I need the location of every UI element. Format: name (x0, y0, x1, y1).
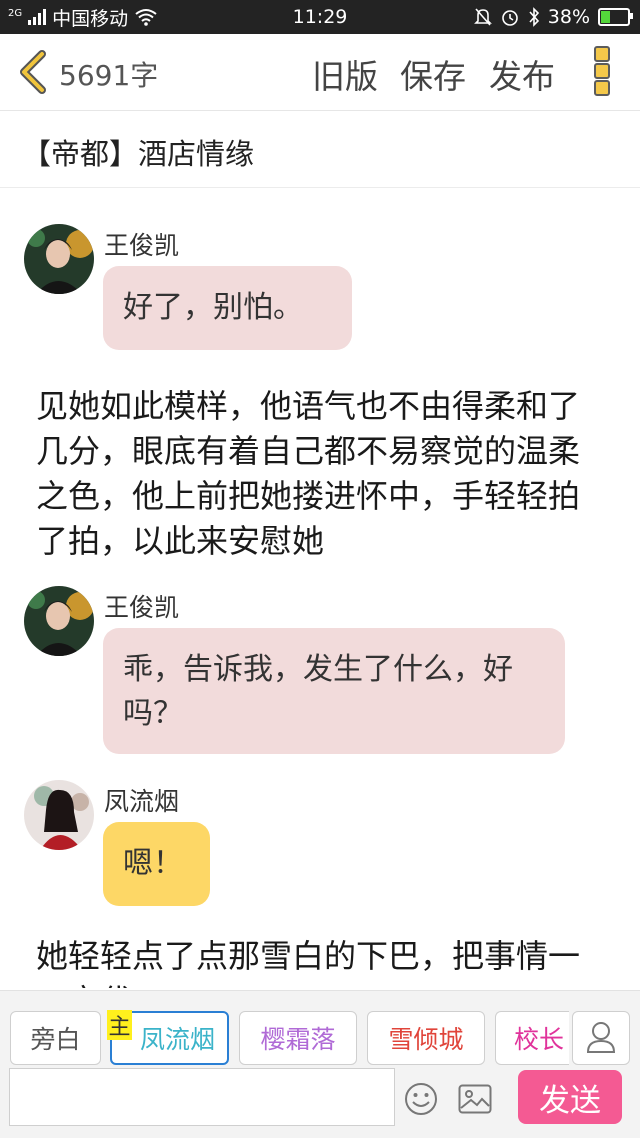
emoji-icon[interactable] (404, 1082, 438, 1116)
back-arrow-icon[interactable] (16, 50, 50, 94)
add-role-button[interactable] (572, 1011, 630, 1065)
narration-text[interactable]: 她轻轻点了点那雪白的下巴，把事情一一交代… (36, 934, 611, 988)
image-icon[interactable] (458, 1084, 492, 1114)
main-role-badge: 主 (107, 1010, 132, 1040)
role-label: 雪倾城 (388, 1025, 464, 1054)
status-bar: 2G 中国移动 11:29 38% (0, 0, 640, 34)
story-title[interactable]: 【帝都】酒店情缘 (22, 131, 254, 173)
role-label: 旁白 (30, 1025, 81, 1054)
role-narrator[interactable]: 旁白 (10, 1011, 101, 1065)
role-label: 樱霜落 (260, 1025, 336, 1054)
role-selector: 旁白 凤流烟 主 樱霜落 雪倾城 校长 (0, 990, 640, 1069)
save-button[interactable]: 保存 (400, 50, 466, 98)
status-right: 38% (473, 0, 633, 34)
avatar[interactable] (24, 224, 94, 294)
word-count: 5691字 (59, 59, 159, 92)
publish-button[interactable]: 发布 (489, 50, 555, 98)
chat-content: 王俊凯 好了，别怕。 见她如此模样，他语气也不由得柔和了几分，眼底有着自己都不易… (0, 188, 640, 988)
story-title-bar: 【帝都】酒店情缘 (0, 111, 640, 188)
avatar[interactable] (24, 780, 94, 850)
input-bar: 发送 (0, 1068, 640, 1138)
speaker-name: 凤流烟 (104, 787, 180, 816)
dialog-bubble[interactable]: 好了，别怕。 (103, 266, 352, 350)
role-yingshuangluo[interactable]: 樱霜落 (239, 1011, 357, 1065)
bluetooth-icon (529, 7, 539, 27)
role-label: 凤流烟 (139, 1025, 215, 1054)
speaker-name: 王俊凯 (104, 231, 180, 260)
dialog-bubble[interactable]: 嗯！ (103, 822, 210, 906)
old-version-button[interactable]: 旧版 (312, 50, 378, 98)
send-button[interactable]: 发送 (518, 1070, 622, 1124)
role-xueqingcheng[interactable]: 雪倾城 (367, 1011, 485, 1065)
more-menu-icon[interactable] (594, 46, 612, 96)
speaker-name: 王俊凯 (104, 593, 180, 622)
dialog-bubble[interactable]: 乖，告诉我，发生了什么，好吗？ (103, 628, 565, 754)
avatar[interactable] (24, 586, 94, 656)
role-label: 校长 (514, 1025, 565, 1054)
battery-percent: 38% (547, 6, 590, 28)
editor-toolbar: 5691字 旧版 保存 发布 (0, 34, 640, 111)
mute-bell-icon (473, 8, 492, 26)
message-input[interactable] (9, 1068, 395, 1126)
battery-icon (598, 8, 633, 26)
person-icon (586, 1022, 616, 1053)
narration-text[interactable]: 见她如此模样，他语气也不由得柔和了几分，眼底有着自己都不易察觉的温柔之色，他上前… (36, 384, 611, 564)
role-principal[interactable]: 校长 (495, 1011, 569, 1065)
alarm-icon (501, 10, 518, 26)
